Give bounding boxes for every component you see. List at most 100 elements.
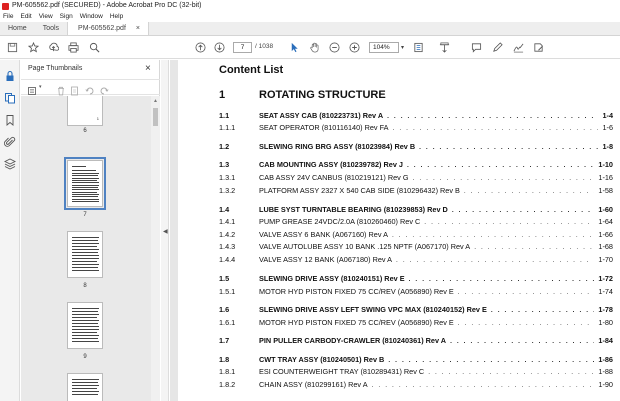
toc-entry[interactable]: 1.3.1 CAB ASSY 24V CANBUS (810219121) Rev… <box>219 173 613 184</box>
toolbar: 7 / 1038 104% ▾ <box>0 36 620 59</box>
pen-icon[interactable] <box>491 41 503 53</box>
toc-entry[interactable]: 1.4.4 VALVE ASSY 12 BANK (A067180) Rev A 1… <box>219 255 613 266</box>
toc-leader-dots <box>413 175 595 182</box>
page-thumbnail-selected[interactable] <box>64 157 106 210</box>
toc-entry[interactable]: 1.1 SEAT ASSY CAB (810223731) Rev A 1-4 <box>219 111 613 122</box>
rotate-left-icon[interactable] <box>85 83 95 95</box>
toc-entry[interactable]: 1.8.1 ESI COUNTERWEIGHT TRAY (810289431) … <box>219 367 613 378</box>
scrollbar-thumb[interactable] <box>153 108 158 126</box>
next-page-icon[interactable] <box>213 41 225 53</box>
toc-entry[interactable]: 1.7 PIN PULLER CARBODY-CRAWLER (810240361… <box>219 336 613 347</box>
search-icon[interactable] <box>88 41 100 53</box>
toc-leader-dots <box>396 257 594 264</box>
toc-entry[interactable]: 1.8 CWT TRAY ASSY (810240501) Rev B 1-86 <box>219 355 613 366</box>
page-thumbnail[interactable]: 1 <box>67 96 103 126</box>
toc-entry[interactable]: 1.4.1 PUMP GREASE 24VDC/2.0A (810260460) … <box>219 217 613 228</box>
document-heading: Content List <box>219 64 284 76</box>
toc-entry[interactable]: 1.5.1 MOTOR HYD PISTON FIXED 75 CC/REV (A… <box>219 287 613 298</box>
toc-leader-dots <box>387 113 598 120</box>
print-icon[interactable] <box>67 41 79 53</box>
toc-entry-number: 1.4.4 <box>219 255 236 264</box>
toc-entry[interactable]: 1.6.1 MOTOR HYD PISTON FIXED 75 CC/REV (A… <box>219 318 613 329</box>
toc-entry[interactable]: 1.4.2 VALVE ASSY 6 BANK (A067160) Rev A 1-… <box>219 230 613 241</box>
close-tab-icon[interactable]: × <box>136 22 140 36</box>
toc-entry-number: 1.6 <box>219 305 230 314</box>
rotate-right-icon[interactable] <box>99 83 109 95</box>
page-thumbnail[interactable] <box>67 302 103 349</box>
insert-page-icon[interactable] <box>70 83 80 96</box>
bookmark-star-icon[interactable] <box>27 41 39 53</box>
page-total-label: / 1038 <box>255 43 274 50</box>
menu-sign[interactable]: Sign <box>60 12 73 22</box>
zoom-out-icon[interactable] <box>328 41 340 53</box>
fill-sign-icon[interactable] <box>532 41 544 53</box>
menu-edit[interactable]: Edit <box>20 12 31 22</box>
toc-entry-number: 1.8 <box>219 355 230 364</box>
toc-leader-dots <box>458 320 595 327</box>
toc-leader-dots <box>372 382 595 389</box>
options-menu-icon[interactable] <box>28 83 38 95</box>
toc-entry[interactable]: 1.5 SLEWING DRIVE ASSY (810240151) Rev E 1… <box>219 274 613 285</box>
chevron-down-icon[interactable]: ▾ <box>39 84 49 94</box>
window-title: PM-605562.pdf (SECURED) - Adobe Acrobat … <box>12 2 202 9</box>
tab-home[interactable]: Home <box>0 22 35 35</box>
toc-entry[interactable]: 1.4.3 VALVE AUTOLUBE ASSY 10 BANK .125 NP… <box>219 242 613 253</box>
hand-icon[interactable] <box>308 41 320 53</box>
toc-entry-title: ESI COUNTERWEIGHT TRAY (810289431) Rev C <box>259 367 425 376</box>
toc-leader-dots <box>419 144 598 151</box>
menu-help[interactable]: Help <box>110 12 123 22</box>
toc-entry-page: 1-58 <box>598 186 613 195</box>
layers-icon[interactable] <box>3 157 17 170</box>
prev-page-icon[interactable] <box>194 41 206 53</box>
zoom-level-input[interactable]: 104% <box>369 42 399 53</box>
toc-entry[interactable]: 1.4 LUBE SYST TURNTABLE BEARING (81023985… <box>219 205 613 216</box>
menu-view[interactable]: View <box>39 12 53 22</box>
close-panel-icon[interactable]: × <box>145 63 151 74</box>
tab-bar: Home Tools PM-605562.pdf × <box>0 22 620 36</box>
panel-title: Page Thumbnails <box>28 65 83 72</box>
page-thumbnail[interactable] <box>67 373 103 401</box>
lock-icon[interactable] <box>4 69 16 81</box>
page-number-input[interactable]: 7 <box>233 42 252 53</box>
thumbnail-scrollbar[interactable]: ▲ <box>151 96 160 401</box>
collapse-panel-icon[interactable]: ◀ <box>163 228 168 235</box>
menu-file[interactable]: File <box>3 12 13 22</box>
scroll-mode-icon[interactable] <box>438 41 450 53</box>
panel-toolbar: ▾ <box>21 79 160 96</box>
page-thumbnail[interactable] <box>67 231 103 278</box>
tab-document[interactable]: PM-605562.pdf × <box>67 22 149 35</box>
toc-leader-dots <box>393 125 599 132</box>
fit-page-icon[interactable] <box>412 41 424 53</box>
panel-splitter[interactable]: ◀ <box>161 60 169 401</box>
toc-entry-title: SLEWING DRIVE ASSY (810240151) Rev E <box>259 274 405 283</box>
toc-entry-page: 1-66 <box>598 230 613 239</box>
toc-chapter[interactable]: 1 ROTATING STRUCTURE <box>219 89 613 103</box>
toc-entry-page: 1-10 <box>598 160 613 169</box>
toc-entry[interactable]: 1.3.2 PLATFORM ASSY 2327 X 540 CAB SIDE (… <box>219 186 613 197</box>
toc-entry[interactable]: 1.2 SLEWING RING BRG ASSY (81023984) Rev … <box>219 142 613 153</box>
toc-leader-dots <box>458 289 595 296</box>
toc-entry[interactable]: 1.6 SLEWING DRIVE ASSY LEFT SWING VPC MAX… <box>219 305 613 316</box>
toc-entry-title: LUBE SYST TURNTABLE BEARING (810239853) … <box>259 205 448 214</box>
delete-page-icon[interactable] <box>56 83 66 96</box>
chevron-down-icon[interactable]: ▾ <box>401 44 404 51</box>
attachment-icon[interactable] <box>3 135 16 147</box>
sign-icon[interactable] <box>512 41 524 53</box>
upload-icon[interactable] <box>47 41 59 53</box>
comment-icon[interactable] <box>470 41 482 53</box>
scroll-up-icon[interactable]: ▲ <box>153 98 158 104</box>
select-arrow-icon[interactable] <box>288 41 300 53</box>
toc-entry-page: 1-84 <box>598 336 613 345</box>
tab-tools[interactable]: Tools <box>35 22 67 35</box>
page-thumbnails-icon[interactable] <box>4 91 16 104</box>
menu-window[interactable]: Window <box>80 12 103 22</box>
toc-entry[interactable]: 1.3 CAB MOUNTING ASSY (810239782) Rev J 1-… <box>219 160 613 171</box>
toc-entry-page: 1-68 <box>598 242 613 251</box>
zoom-in-icon[interactable] <box>348 41 360 53</box>
bookmark-icon[interactable] <box>4 113 16 126</box>
toc-entry[interactable]: 1.1.1 SEAT OPERATOR (810116140) Rev FA 1-6 <box>219 123 613 134</box>
document-view[interactable]: Content List 1 ROTATING STRUCTURE 1.1 SEA… <box>170 60 620 401</box>
save-icon[interactable] <box>6 41 18 53</box>
thumbnail-list[interactable]: 1 6 7 8 9 <box>21 96 151 401</box>
toc-entry[interactable]: 1.8.2 CHAIN ASSY (810299161) Rev A 1-90 <box>219 380 613 391</box>
